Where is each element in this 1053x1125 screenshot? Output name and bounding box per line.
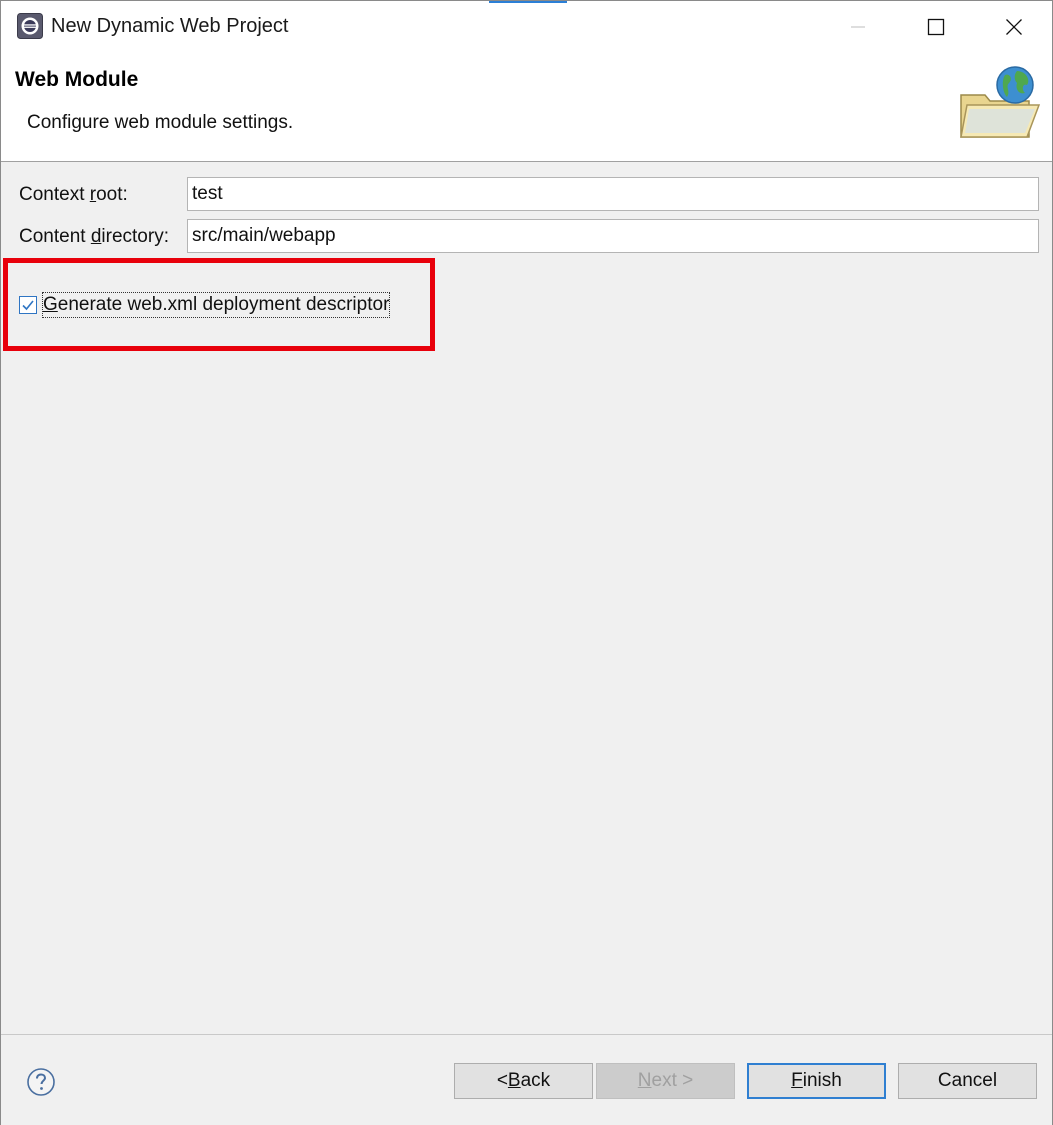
finish-button[interactable]: Finish xyxy=(747,1063,886,1099)
page-title: Web Module xyxy=(15,68,139,91)
page-description: Configure web module settings. xyxy=(27,112,294,133)
button-bar: < Back Next > Finish Cancel xyxy=(1,1034,1052,1125)
checkmark-icon xyxy=(22,300,34,311)
content-directory-row: Content directory: xyxy=(1,219,1052,255)
eclipse-app-icon xyxy=(17,13,43,39)
cancel-button[interactable]: Cancel xyxy=(898,1063,1037,1099)
maximize-button[interactable] xyxy=(897,1,975,53)
back-button[interactable]: < Back xyxy=(454,1063,593,1099)
context-root-input[interactable] xyxy=(187,177,1039,211)
title-bar-accent xyxy=(489,1,567,3)
web-folder-globe-icon xyxy=(960,66,1041,138)
generate-web-xml-checkbox[interactable] xyxy=(19,296,37,314)
dialog-window: New Dynamic Web Project Web Module Confi… xyxy=(0,0,1053,1125)
context-root-row: Context root: xyxy=(1,177,1052,213)
next-button[interactable]: Next > xyxy=(596,1063,735,1099)
context-root-label: Context root: xyxy=(19,184,128,205)
close-button[interactable] xyxy=(975,1,1053,53)
minimize-icon xyxy=(851,26,865,28)
wizard-banner: Web Module Configure web module settings… xyxy=(1,53,1052,162)
generate-web-xml-checkbox-row[interactable]: Generate web.xml deployment descriptor xyxy=(19,290,391,320)
maximize-icon xyxy=(927,18,945,36)
help-icon[interactable] xyxy=(26,1067,56,1097)
minimize-button[interactable] xyxy=(819,1,897,53)
content-directory-input[interactable] xyxy=(187,219,1039,253)
content-directory-label: Content directory: xyxy=(19,226,169,247)
generate-web-xml-label[interactable]: Generate web.xml deployment descriptor xyxy=(41,292,391,318)
title-bar: New Dynamic Web Project xyxy=(1,1,1052,53)
content-area: Context root: Content directory: Generat… xyxy=(1,162,1052,1034)
window-title: New Dynamic Web Project xyxy=(51,15,289,37)
close-icon xyxy=(1006,19,1022,35)
